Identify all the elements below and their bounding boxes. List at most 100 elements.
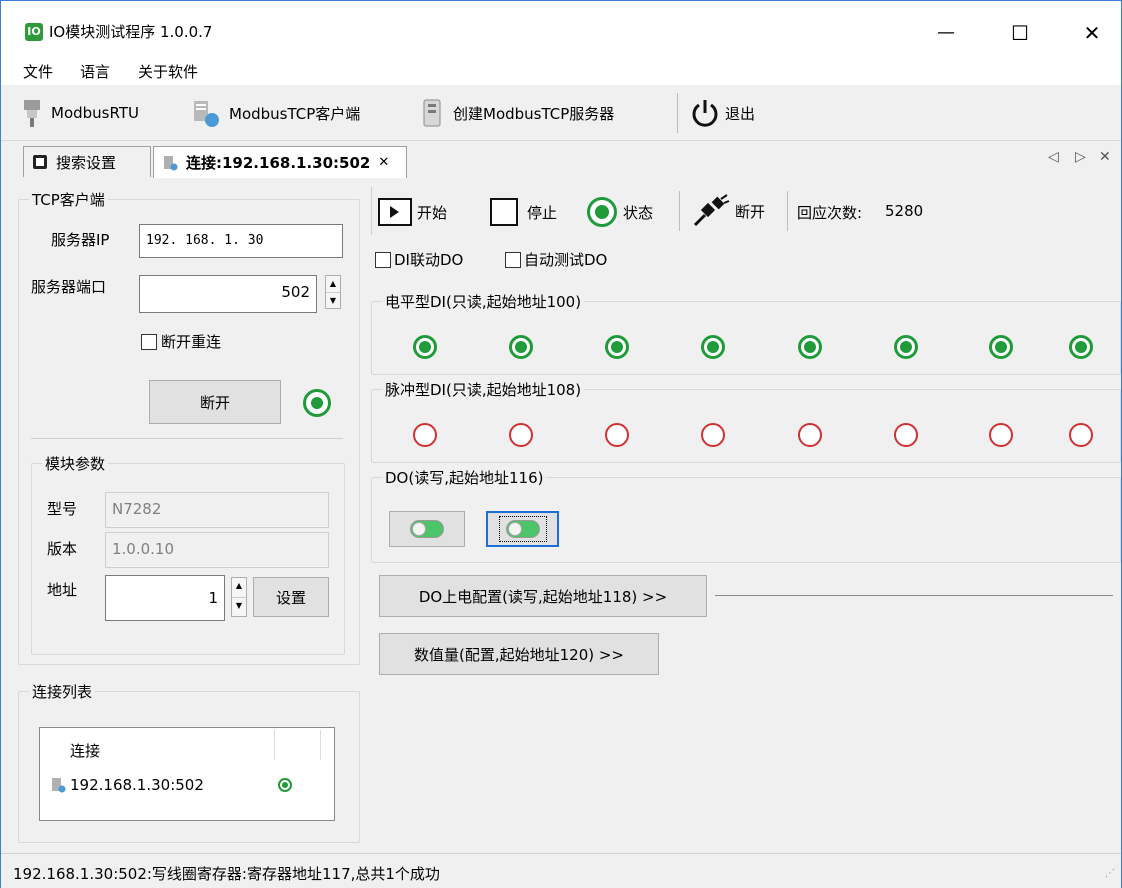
modbus-rtu-button[interactable]: ModbusRTU xyxy=(21,85,139,141)
status-label: 状态 xyxy=(623,203,654,222)
connection-icon xyxy=(164,155,178,170)
minimize-button[interactable]: — xyxy=(923,15,969,51)
model-label: 型号 xyxy=(47,500,78,518)
server-port-stepper[interactable]: ▲ ▼ xyxy=(325,275,341,309)
address-input[interactable]: 1 xyxy=(105,575,225,621)
di-level-led-6 xyxy=(989,335,1013,359)
status-led xyxy=(587,197,617,227)
di-level-led-7 xyxy=(1069,335,1093,359)
modbus-tcp-client-button[interactable]: ModbusTCP客户端 xyxy=(191,85,360,141)
auto-test-do-checkbox[interactable]: 自动测试DO xyxy=(505,249,607,270)
di-level-led-3 xyxy=(701,335,725,359)
do-group: DO(读写,起始地址116) xyxy=(371,467,1121,563)
server-ip-input[interactable]: 192. 168. 1. 30 xyxy=(139,224,343,258)
server-port-label: 服务器端口 xyxy=(31,278,107,296)
address-label: 地址 xyxy=(47,581,78,599)
menu-file[interactable]: 文件 xyxy=(23,61,53,82)
status-bar-text: 192.168.1.30:502:写线圈寄存器:寄存器地址117,总共1个成功 xyxy=(13,865,440,883)
tab-connection[interactable]: 连接:192.168.1.30:502 ✕ xyxy=(153,146,407,178)
stop-label: 停止 xyxy=(527,203,558,222)
disconnect-button[interactable]: 断开 xyxy=(149,380,281,424)
do-title: DO(读写,起始地址116) xyxy=(385,469,544,487)
column-divider xyxy=(274,730,275,760)
tab-connection-label: 连接:192.168.1.30:502 xyxy=(186,154,371,172)
version-field: 1.0.0.10 xyxy=(105,532,329,568)
close-button[interactable]: ✕ xyxy=(1069,15,1115,51)
control-separator xyxy=(371,187,372,235)
set-address-button[interactable]: 设置 xyxy=(253,577,329,617)
reconnect-checkbox[interactable]: 断开重连 xyxy=(141,331,221,352)
status-bar: 192.168.1.30:502:写线圈寄存器:寄存器地址117,总共1个成功 … xyxy=(1,853,1121,888)
connection-icon xyxy=(52,778,66,793)
menu-language[interactable]: 语言 xyxy=(80,61,110,82)
divider xyxy=(31,438,343,439)
tab-search-settings[interactable]: 搜索设置 xyxy=(23,146,151,177)
response-count-value: 5280 xyxy=(885,202,924,220)
server-port-input[interactable]: 502 xyxy=(139,275,317,313)
start-button[interactable]: 开始 xyxy=(377,197,447,227)
tab-close-icon[interactable]: ✕ xyxy=(378,155,389,170)
di-link-do-checkbox[interactable]: DI联动DO xyxy=(375,249,463,270)
connection-status-led xyxy=(303,389,331,417)
auto-test-do-check-box[interactable] xyxy=(505,251,521,268)
server-icon xyxy=(423,99,441,127)
modbus-tcp-client-label: ModbusTCP客户端 xyxy=(229,104,361,123)
window-title: IO模块测试程序 1.0.0.7 xyxy=(49,23,213,41)
menu-about[interactable]: 关于软件 xyxy=(138,61,198,82)
toolbar-separator xyxy=(677,93,678,133)
tab-prev-icon[interactable]: ◁ xyxy=(1048,149,1059,165)
toggle-switch-icon xyxy=(505,520,540,538)
disconnect-control-label: 断开 xyxy=(735,202,766,221)
di-pulse-led-1 xyxy=(509,423,533,447)
maximize-button[interactable]: ☐ xyxy=(997,15,1043,51)
di-pulse-title: 脉冲型DI(只读,起始地址108) xyxy=(385,381,582,399)
search-settings-icon xyxy=(33,155,47,169)
tab-next-icon[interactable]: ▷ xyxy=(1075,149,1086,165)
do-toggle-1[interactable] xyxy=(486,511,559,547)
model-field: N7282 xyxy=(105,492,329,528)
tcp-client-title: TCP客户端 xyxy=(32,191,105,209)
response-count-label: 回应次数: xyxy=(797,204,863,222)
do-toggle-0[interactable] xyxy=(389,511,465,547)
di-level-led-1 xyxy=(509,335,533,359)
disconnect-control-button[interactable]: 断开 xyxy=(691,193,765,229)
stepper-down-icon[interactable]: ▼ xyxy=(326,293,340,309)
tab-search-settings-label: 搜索设置 xyxy=(56,153,117,172)
stop-button[interactable]: 停止 xyxy=(489,197,557,227)
di-level-group: 电平型DI(只读,起始地址100) xyxy=(371,291,1121,375)
di-link-do-check-box[interactable] xyxy=(375,251,391,268)
di-link-do-label: DI联动DO xyxy=(394,251,464,269)
connection-item-label: 192.168.1.30:502 xyxy=(70,776,204,794)
tab-close-all-icon[interactable]: ✕ xyxy=(1099,149,1111,165)
do-power-config-button[interactable]: DO上电配置(读写,起始地址118) >> xyxy=(379,575,707,617)
stepper-up-icon[interactable]: ▲ xyxy=(232,578,246,598)
numeric-config-button[interactable]: 数值量(配置,起始地址120) >> xyxy=(379,633,659,675)
di-level-led-4 xyxy=(798,335,822,359)
main-window: IO IO模块测试程序 1.0.0.7 — ☐ ✕ 文件 语言 关于软件 Mod… xyxy=(0,0,1122,888)
di-level-led-0 xyxy=(413,335,437,359)
exit-button[interactable]: 退出 xyxy=(689,85,755,141)
stepper-up-icon[interactable]: ▲ xyxy=(326,276,340,293)
di-pulse-led-2 xyxy=(605,423,629,447)
server-ip-label: 服务器IP xyxy=(51,231,110,249)
start-label: 开始 xyxy=(417,203,448,222)
di-pulse-led-5 xyxy=(894,423,918,447)
resize-grip-icon[interactable]: ⋰ xyxy=(1105,868,1115,879)
version-label: 版本 xyxy=(47,540,78,558)
di-pulse-led-4 xyxy=(798,423,822,447)
reconnect-check-box[interactable] xyxy=(141,333,157,350)
status-indicator: 状态 xyxy=(587,197,653,227)
title-bar: IO IO模块测试程序 1.0.0.7 — ☐ ✕ xyxy=(1,1,1121,55)
divider xyxy=(715,595,1113,596)
stepper-down-icon[interactable]: ▼ xyxy=(232,598,246,617)
connection-column-header[interactable]: 连接 xyxy=(70,740,100,761)
control-separator xyxy=(679,191,680,231)
di-pulse-led-3 xyxy=(701,423,725,447)
create-tcp-server-button[interactable]: 创建ModbusTCP服务器 xyxy=(419,85,614,141)
serial-port-icon xyxy=(24,100,40,127)
connection-list[interactable]: 连接 192.168.1.30:502 xyxy=(39,727,335,821)
modbus-rtu-label: ModbusRTU xyxy=(51,104,139,122)
address-stepper[interactable]: ▲ ▼ xyxy=(231,577,247,617)
toolbar: ModbusRTU ModbusTCP客户端 创建ModbusTCP服务器 退出 xyxy=(1,85,1121,141)
stop-icon xyxy=(490,198,518,226)
